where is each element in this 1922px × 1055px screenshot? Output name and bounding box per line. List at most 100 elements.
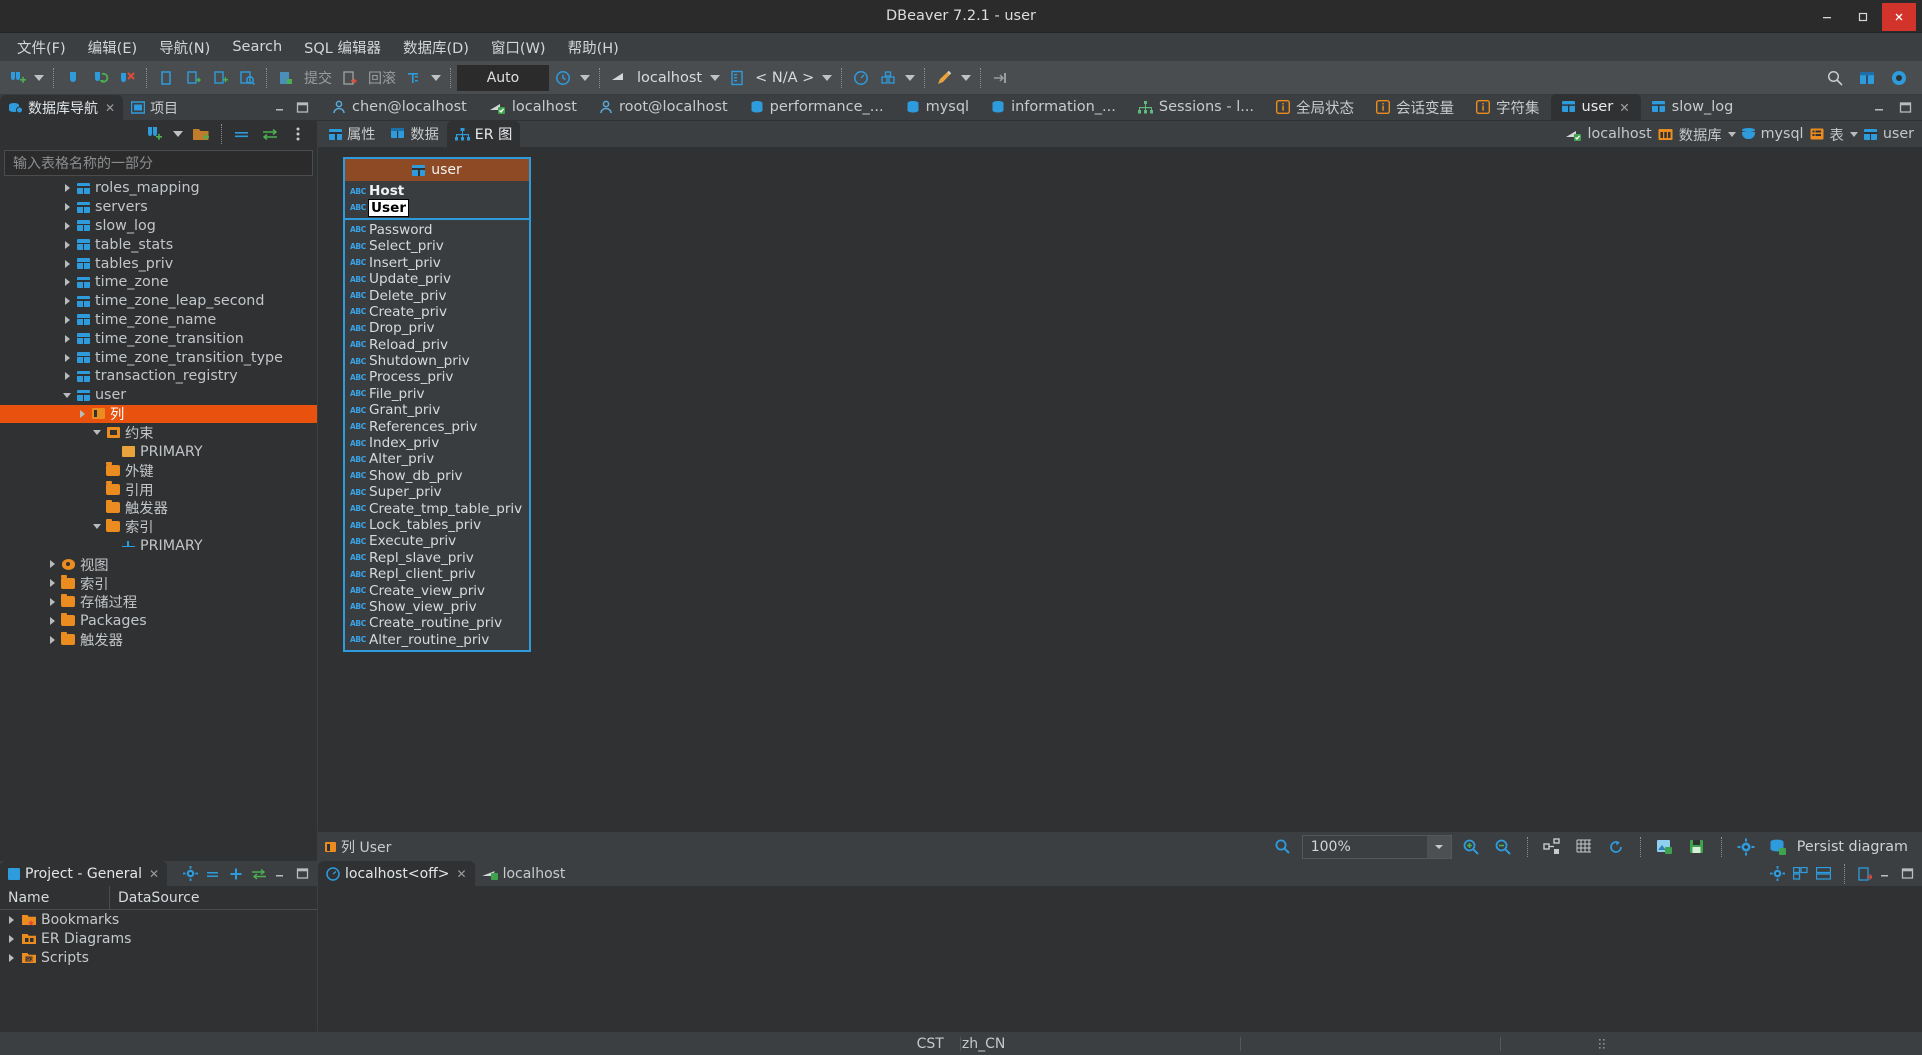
connect-icon[interactable] [60, 65, 86, 91]
chevron-right-icon[interactable] [60, 260, 74, 268]
tree-item-table_stats[interactable]: table_stats [0, 235, 317, 254]
link-with-editor-icon[interactable] [257, 121, 283, 147]
close-button[interactable] [1882, 2, 1916, 31]
editor-tab-chen-localhost[interactable]: chen@localhost [321, 94, 478, 120]
tree-item-roles_mapping[interactable]: roles_mapping [0, 179, 317, 198]
minimize-panel-icon[interactable] [275, 102, 288, 113]
er-column-row[interactable]: ABC Show_view_priv [345, 599, 529, 615]
perspective-switcher-icon[interactable] [1886, 65, 1912, 91]
er-column-row[interactable]: ABC Create_priv [345, 304, 529, 320]
active-database-dropdown[interactable] [819, 65, 835, 91]
breadcrumb-database-label[interactable]: mysql [1761, 126, 1804, 142]
active-connection-value[interactable]: localhost [633, 70, 706, 86]
close-icon[interactable]: ✕ [457, 867, 467, 881]
dashboard-layout-icon[interactable] [1793, 867, 1808, 880]
tree-filter-input[interactable]: 输入表格名称的一部分 [4, 150, 313, 176]
link-with-editor-icon-project[interactable] [251, 867, 267, 881]
theme-dropdown[interactable] [958, 65, 974, 91]
chevron-right-icon[interactable] [60, 316, 74, 324]
er-column-row[interactable]: ABC Insert_priv [345, 255, 529, 271]
sql-editor-icon[interactable] [153, 65, 179, 91]
tree-item--[interactable]: 触发器 [0, 630, 317, 649]
rollback-button[interactable]: 回滚 [364, 65, 400, 91]
editor-tab-charsets[interactable]: 字符集 [1465, 94, 1551, 120]
collapse-all-icon-project[interactable] [206, 868, 221, 880]
tree-item--[interactable]: 索引 [0, 574, 317, 593]
column-header-name[interactable]: Name [0, 885, 110, 910]
er-column-row[interactable]: ABC Create_view_priv [345, 582, 529, 599]
tree-item--[interactable]: 索引 [0, 517, 317, 536]
er-column-row[interactable]: ABC Password [345, 222, 529, 238]
chevron-right-icon[interactable] [4, 935, 18, 943]
dashboard-icon[interactable] [848, 65, 874, 91]
zoom-in-icon[interactable] [1458, 834, 1484, 860]
perspective-database-icon[interactable] [1854, 65, 1880, 91]
new-object-dropdown[interactable] [170, 121, 186, 147]
menu-navigate[interactable]: 导航(N) [148, 34, 221, 61]
menu-file[interactable]: 文件(F) [6, 34, 77, 61]
active-connection-dropdown[interactable] [707, 65, 723, 91]
zoom-out-icon[interactable] [1490, 834, 1516, 860]
menu-sql-editor[interactable]: SQL 编辑器 [293, 34, 392, 61]
auto-layout-icon[interactable] [1539, 834, 1565, 860]
maximize-panel-icon-project[interactable] [296, 868, 309, 879]
er-column-row[interactable]: ABC Execute_priv [345, 533, 529, 549]
tree-item-primary[interactable]: PRIMARY [0, 442, 317, 461]
breadcrumb-connection-label[interactable]: localhost [1588, 126, 1652, 142]
chevron-right-icon[interactable] [60, 222, 74, 230]
editor-tab-performance-schema[interactable]: performance_... [739, 94, 895, 120]
zoom-search-icon[interactable] [1270, 834, 1296, 860]
chevron-right-icon[interactable] [60, 203, 74, 211]
view-menu-icon[interactable] [285, 121, 311, 147]
transaction-mode-icon[interactable] [401, 65, 427, 91]
chevron-down-icon-2[interactable] [1849, 131, 1858, 137]
chevron-right-icon[interactable] [45, 617, 59, 625]
minimize-panel-icon-bottom[interactable] [1880, 868, 1893, 879]
project-row[interactable]: SQ Scripts [0, 948, 317, 967]
column-header-datasource[interactable]: DataSource [110, 890, 200, 906]
data-transfer-dropdown[interactable] [902, 65, 918, 91]
persist-diagram-icon[interactable] [1765, 834, 1791, 860]
chevron-right-icon[interactable] [60, 278, 74, 286]
chevron-right-icon[interactable] [45, 579, 59, 587]
chevron-down-icon[interactable] [1727, 131, 1736, 137]
transaction-mode-dropdown[interactable] [428, 65, 444, 91]
tree-item--[interactable]: 视图 [0, 555, 317, 574]
chevron-right-icon[interactable] [45, 636, 59, 644]
er-column-row[interactable]: ABC Delete_priv [345, 287, 529, 304]
zoom-dropdown-icon[interactable] [1426, 835, 1451, 858]
er-column-row[interactable]: ABC Process_priv [345, 369, 529, 385]
database-list-icon[interactable] [724, 65, 750, 91]
commit-icon[interactable] [273, 65, 299, 91]
editor-tab-root-localhost[interactable]: root@localhost [588, 94, 739, 120]
er-table-user[interactable]: user ABC Host ABC User ABC Password ABC Select… [343, 157, 531, 652]
tree-item-tables_priv[interactable]: tables_priv [0, 254, 317, 273]
er-column-row[interactable]: ABC Repl_client_priv [345, 566, 529, 582]
er-column-row[interactable]: ABC Drop_priv [345, 320, 529, 336]
menu-search[interactable]: Search [221, 36, 293, 58]
new-sql-editor-icon[interactable] [180, 65, 206, 91]
reconnect-icon[interactable] [87, 65, 113, 91]
chevron-right-icon[interactable] [45, 560, 59, 568]
er-column-row[interactable]: ABC Select_priv [345, 238, 529, 254]
search-sql-icon[interactable] [234, 65, 260, 91]
er-column-row[interactable]: ABC Show_db_priv [345, 468, 529, 484]
tree-item--[interactable]: 引用 [0, 480, 317, 499]
save-image-icon[interactable] [1652, 834, 1678, 860]
maximize-panel-icon-bottom[interactable] [1901, 868, 1914, 879]
chevron-right-icon[interactable] [4, 954, 18, 962]
toolbar-extra-icon[interactable] [987, 65, 1013, 91]
tree-item-packages[interactable]: Packages [0, 611, 317, 630]
tree-item-time_zone_name[interactable]: time_zone_name [0, 311, 317, 330]
er-column-row[interactable]: ABC Create_tmp_table_priv [345, 500, 529, 517]
tree-item-time_zone[interactable]: time_zone [0, 273, 317, 292]
menu-window[interactable]: 窗口(W) [480, 34, 557, 61]
refresh-diagram-icon[interactable] [1603, 834, 1629, 860]
minimize-button[interactable] [1810, 3, 1844, 31]
er-column-row[interactable]: ABC References_priv [345, 418, 529, 435]
active-database-value[interactable]: < N/A > [751, 70, 818, 86]
tree-item-time_zone_transition[interactable]: time_zone_transition [0, 329, 317, 348]
add-project-icon[interactable] [229, 867, 243, 881]
new-connection-icon[interactable] [4, 65, 30, 91]
chevron-right-icon[interactable] [4, 916, 18, 924]
